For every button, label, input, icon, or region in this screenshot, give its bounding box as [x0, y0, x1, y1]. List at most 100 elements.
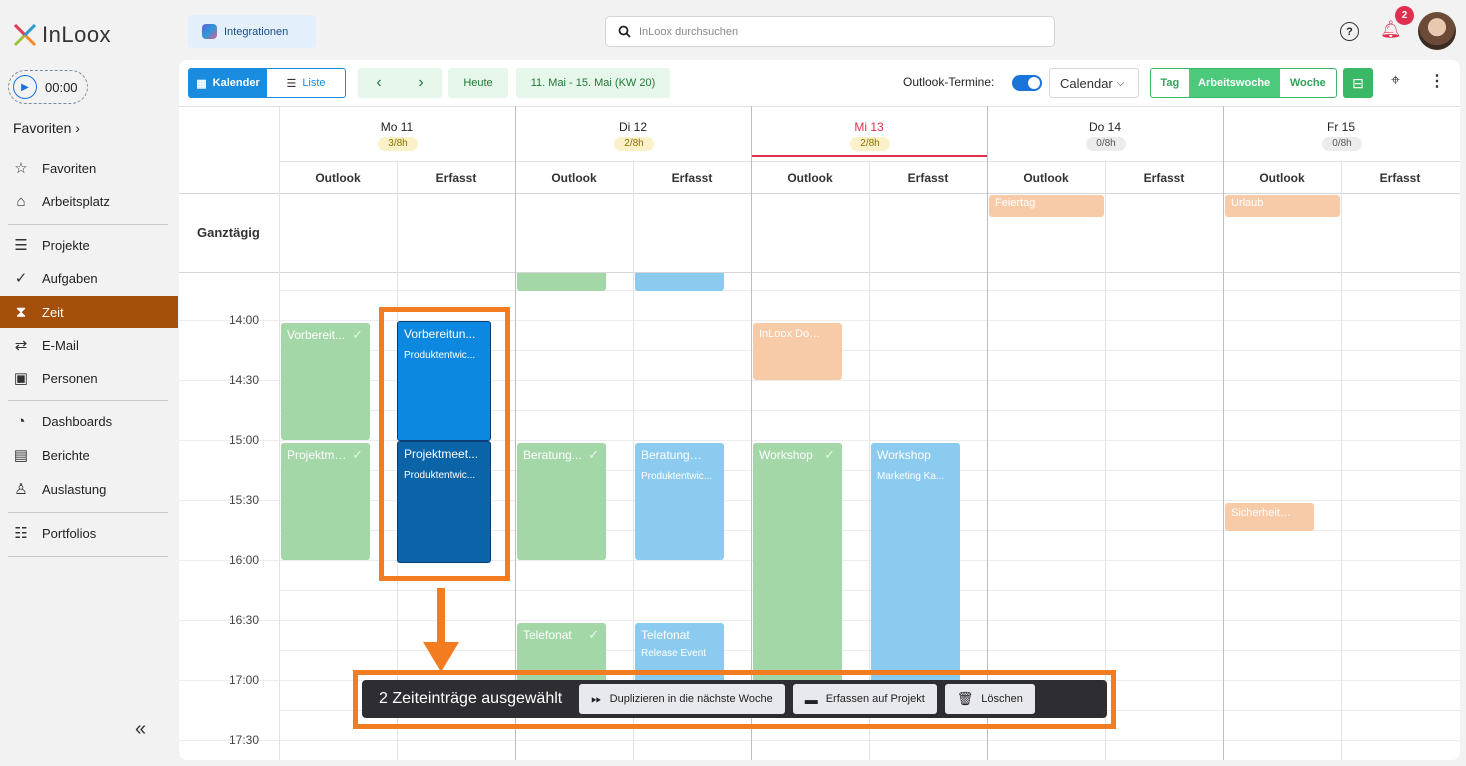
event-title: Sicherheits... — [1231, 507, 1295, 519]
event-title: Telefonat — [641, 628, 690, 642]
sidebar-divider — [8, 224, 168, 225]
delete-button[interactable]: 🗑︎ Löschen — [944, 684, 1035, 714]
calendar-dropdown[interactable]: Calendar ⌵ — [1049, 68, 1139, 98]
sidebar-item-favoriten[interactable]: ☆ Favoriten — [0, 152, 178, 184]
event-block[interactable] — [517, 273, 606, 291]
today-indicator — [752, 155, 987, 157]
date-range-picker[interactable]: 11. Mai - 15. Mai (KW 20) — [516, 68, 670, 98]
day-header-do[interactable]: Do 14 — [987, 120, 1223, 134]
sidebar-item-label: Projekte — [42, 237, 90, 253]
sidebar-item-arbeitsplatz[interactable]: ⌂ Arbeitsplatz — [0, 185, 178, 217]
event-title: Workshop — [877, 448, 931, 462]
sidebar-item-personen[interactable]: ▣ Personen — [0, 362, 178, 394]
home-icon: ⌂ — [16, 192, 26, 210]
selection-action-bar: 2 Zeiteinträge ausgewählt ⏩︎ Duplizieren … — [362, 680, 1107, 718]
event-block[interactable]: Beratung... ✓ — [517, 443, 606, 560]
time-label: 17:30 — [229, 733, 260, 747]
integrations-label: Integrationen — [224, 25, 289, 38]
calendar-card: ▦ Kalender ☰ Liste ‹ › Heute 11. Mai - 15. … — [179, 60, 1460, 760]
sidebar-item-label: Berichte — [42, 447, 90, 463]
event-block[interactable]: Projektme... ✓ — [281, 443, 370, 560]
more-options-icon[interactable]: ⋮ — [1429, 71, 1445, 91]
arrow-down-icon — [423, 588, 459, 672]
sidebar-item-label: Portfolios — [42, 525, 97, 541]
favorites-header[interactable]: Favoriten › — [13, 120, 80, 136]
allday-event[interactable]: Urlaub — [1225, 195, 1340, 217]
view-day-button[interactable]: Tag — [1151, 69, 1189, 97]
sidebar-item-portfolios[interactable]: ☷ Portfolios — [0, 517, 178, 549]
integrations-button[interactable]: Integrationen — [188, 15, 316, 48]
sidebar-item-label: Favoriten — [42, 160, 97, 176]
event-block[interactable]: InLoox Docs ... — [753, 323, 842, 380]
duplicate-next-week-button[interactable]: ⏩︎ Duplizieren in die nächste Woche — [579, 684, 785, 714]
sidebar-divider — [8, 400, 168, 401]
prev-week-button[interactable]: ‹ — [376, 74, 381, 92]
sidebar-item-label: Dashboards — [42, 413, 113, 429]
search-placeholder: InLoox durchsuchen — [639, 25, 739, 38]
sidebar-item-dashboards[interactable]: ◔ Dashboards — [0, 405, 178, 437]
mail-route-icon: ⇄ — [14, 337, 28, 354]
fast-forward-icon: ⏩︎ — [591, 691, 602, 706]
fit-view-icon[interactable]: ⊟ — [1343, 68, 1373, 98]
day-header-mi[interactable]: Mi 13 — [751, 120, 987, 134]
calendar-icon: ▦ — [196, 77, 207, 90]
day-hours-badge: 2/8h — [614, 137, 654, 151]
sidebar-item-berichte[interactable]: ▤ Berichte — [0, 439, 178, 471]
calendar-dropdown-value: Calendar — [1060, 75, 1113, 91]
check-icon: ✓ — [352, 447, 363, 462]
time-label: 15:30 — [229, 493, 260, 507]
timer-value: 00:00 — [45, 79, 78, 95]
delete-label: Löschen — [981, 693, 1023, 705]
help-icon[interactable]: ? — [1340, 22, 1359, 41]
sidebar-item-auslastung[interactable]: ♙ Auslastung — [0, 473, 178, 505]
sidebar-item-label: Auslastung — [42, 481, 107, 497]
check-icon: ✓ — [824, 447, 835, 462]
sidebar-item-aufgaben[interactable]: ✓ Aufgaben — [0, 262, 178, 294]
allday-event[interactable]: Feiertag — [989, 195, 1104, 217]
sidebar-item-email[interactable]: ⇄ E-Mail — [0, 329, 178, 361]
today-button[interactable]: Heute — [448, 68, 508, 98]
time-tracker-timer[interactable]: ▶ 00:00 — [8, 70, 88, 104]
pie-chart-icon: ◔ — [16, 412, 26, 430]
assign-to-project-button[interactable]: ▬ Erfassen auf Projekt — [792, 684, 937, 714]
event-block[interactable]: Vorbereit... ✓ — [281, 323, 370, 440]
view-week-button[interactable]: Woche — [1280, 69, 1336, 97]
event-block[interactable]: Sicherheits... — [1225, 503, 1314, 531]
day-header-mo[interactable]: Mo 11 — [279, 120, 515, 134]
list-view-button[interactable]: ☰ Liste — [267, 69, 345, 97]
event-block[interactable]: Workshop Marketing Ka... — [871, 443, 960, 683]
sidebar-item-zeit[interactable]: ⧗ Zeit — [0, 296, 178, 328]
play-icon[interactable]: ▶ — [13, 75, 37, 99]
column-outlook: Outlook — [315, 171, 361, 185]
outlook-appointments-toggle[interactable] — [1012, 75, 1042, 91]
event-block[interactable]: Workshop ✓ — [753, 443, 842, 683]
calendar-view-button[interactable]: ▦ Kalender — [189, 69, 267, 97]
list-view-label: Liste — [302, 77, 326, 89]
check-icon: ✓ — [588, 627, 599, 642]
event-title: Feiertag — [995, 197, 1036, 209]
selection-highlight-frame — [379, 307, 510, 581]
event-block[interactable] — [635, 273, 724, 291]
day-hours-badge: 2/8h — [850, 137, 890, 151]
filter-reset-icon[interactable]: ⌖ — [1391, 72, 1400, 90]
day-header-di[interactable]: Di 12 — [515, 120, 751, 134]
inloox-logo[interactable]: InLoox — [12, 22, 111, 48]
column-erfasst: Erfasst — [435, 171, 477, 185]
collapse-sidebar-button[interactable]: « — [135, 718, 146, 741]
day-hours-badge: 0/8h — [1086, 137, 1126, 151]
sidebar-item-label: Zeit — [42, 304, 64, 320]
day-header-fr[interactable]: Fr 15 — [1223, 120, 1459, 134]
sidebar-item-projekte[interactable]: ☰ Projekte — [0, 229, 178, 261]
avatar[interactable] — [1418, 12, 1456, 50]
time-label: 15:00 — [229, 433, 260, 447]
check-circle-icon: ✓ — [14, 270, 28, 287]
sidebar-item-label: Personen — [42, 370, 98, 386]
workload-icon: ♙ — [14, 481, 28, 498]
next-week-button[interactable]: › — [418, 74, 423, 92]
favorites-header-label: Favoriten — [13, 120, 72, 136]
search-input[interactable]: InLoox durchsuchen — [605, 16, 1055, 47]
calendar-view-label: Kalender — [212, 77, 260, 89]
view-workweek-button[interactable]: Arbeitswoche — [1188, 69, 1280, 97]
chevron-down-icon: ⌵ — [1116, 77, 1125, 89]
event-block[interactable]: Beratungste... Produktentwic... — [635, 443, 724, 560]
